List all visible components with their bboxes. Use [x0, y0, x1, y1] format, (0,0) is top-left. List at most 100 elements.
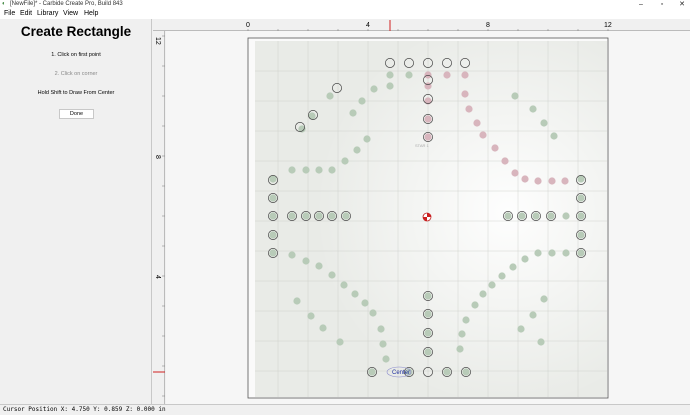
photo-hole	[562, 212, 570, 220]
photo-hole	[532, 212, 540, 220]
photo-hole	[382, 355, 390, 363]
photo-hole	[456, 345, 464, 353]
photo-hole	[461, 71, 469, 79]
photo-hole	[302, 166, 310, 174]
photo-hole	[550, 132, 558, 140]
photo-hole	[424, 133, 432, 141]
photo-hole	[424, 329, 432, 337]
photo-hole	[561, 177, 569, 185]
photo-hole	[370, 85, 378, 93]
photo-hole	[511, 92, 519, 100]
photo-hole	[341, 157, 349, 165]
photo-hole	[315, 262, 323, 270]
photo-hole	[491, 144, 499, 152]
vertical-ruler-ticks: 12 8 4	[153, 35, 165, 397]
photo-hole	[461, 90, 469, 98]
step-1-label: 1. Click on first point	[51, 52, 101, 58]
photo-hole	[386, 82, 394, 90]
photo-hole	[326, 92, 334, 100]
photo-hole	[465, 105, 473, 113]
photo-hole	[509, 263, 517, 271]
photo-hole	[361, 299, 369, 307]
photo-hole	[349, 109, 357, 117]
center-marker-icon[interactable]	[422, 212, 432, 222]
status-bar: Cursor Position X: 4.750 Y: 0.859 Z: 0.0…	[0, 404, 690, 414]
panel-title: Create Rectangle	[20, 24, 132, 39]
photo-hole	[328, 212, 336, 220]
photo-hole	[529, 105, 537, 113]
horizontal-ruler: 0 4 8 12	[153, 19, 690, 32]
cursor-position-readout: Cursor Position X: 4.750 Y: 0.859 Z: 0.0…	[3, 406, 166, 413]
tool-panel: Create Rectangle 1. Click on first point…	[0, 19, 152, 404]
photo-hole	[328, 166, 336, 174]
photo-hole	[307, 312, 315, 320]
photo-hole	[288, 166, 296, 174]
photo-hole	[269, 194, 277, 202]
menu-file[interactable]: File	[4, 9, 15, 19]
photo-hole	[462, 316, 470, 324]
photo-hole	[479, 290, 487, 298]
center-label: Center	[392, 370, 410, 376]
photo-hole	[315, 212, 323, 220]
photo-hole	[479, 131, 487, 139]
maximize-icon[interactable]: ▫	[655, 0, 669, 9]
photo-hole	[308, 112, 316, 120]
ruler-top-label: 8	[486, 22, 490, 29]
step-2-label: 2. Click on corner	[54, 71, 98, 77]
menu-view[interactable]: View	[63, 9, 78, 19]
photo-hole	[537, 338, 545, 346]
photo-hole	[547, 212, 555, 220]
photo-hole	[517, 325, 525, 333]
photo-hole	[540, 119, 548, 127]
photo-hole	[269, 231, 277, 239]
photo-hole	[315, 166, 323, 174]
photo-hole	[293, 297, 301, 305]
title-bar: ◐ [NewFile]* - Carbide Create Pro, Build…	[0, 0, 690, 9]
photo-hole	[363, 135, 371, 143]
photo-hole	[577, 212, 585, 220]
photo-hole	[548, 177, 556, 185]
photo-hole	[302, 212, 310, 220]
photo-hole	[577, 249, 585, 257]
close-icon[interactable]: ✕	[675, 0, 689, 9]
carbide-logo-icon: ◐	[2, 1, 6, 7]
photo-hole	[548, 249, 556, 257]
minimize-icon[interactable]: –	[634, 0, 648, 9]
photo-hole	[443, 368, 451, 376]
menu-library[interactable]: Library	[37, 9, 58, 19]
photo-hole	[501, 157, 509, 165]
design-canvas[interactable]: STAR 1 Center	[166, 31, 690, 404]
photo-hole	[302, 257, 310, 265]
photo-hole	[471, 301, 479, 309]
menu-help[interactable]: Help	[84, 9, 98, 19]
done-button[interactable]: Done	[59, 109, 94, 119]
photo-hole	[540, 295, 548, 303]
photo-hole	[577, 231, 585, 239]
photo-hole	[424, 310, 432, 318]
photo-hole	[521, 255, 529, 263]
window-title: [NewFile]* - Carbide Create Pro, Build 8…	[10, 1, 123, 7]
photo-hole	[368, 368, 376, 376]
photo-label: STAR 1	[415, 143, 429, 148]
photo-hole	[424, 348, 432, 356]
ruler-left-label: 12	[154, 37, 161, 45]
design-canvas-svg[interactable]: STAR 1 Center	[166, 31, 690, 404]
photo-hole	[504, 212, 512, 220]
photo-hole	[351, 290, 359, 298]
ruler-left-label: 4	[154, 275, 161, 279]
photo-hole	[534, 177, 542, 185]
shift-hint-label: Hold Shift to Draw From Center	[37, 90, 115, 96]
photo-hole	[405, 71, 413, 79]
photo-hole	[521, 175, 529, 183]
photo-hole	[488, 281, 496, 289]
photo-hole	[443, 71, 451, 79]
menu-edit[interactable]: Edit	[20, 9, 32, 19]
photo-hole	[342, 212, 350, 220]
menu-bar: File Edit Library View Help	[0, 9, 690, 19]
photo-hole	[340, 281, 348, 289]
photo-hole	[577, 194, 585, 202]
photo-hole	[369, 309, 377, 317]
photo-hole	[319, 324, 327, 332]
photo-hole	[269, 249, 277, 257]
photo-hole	[288, 212, 296, 220]
